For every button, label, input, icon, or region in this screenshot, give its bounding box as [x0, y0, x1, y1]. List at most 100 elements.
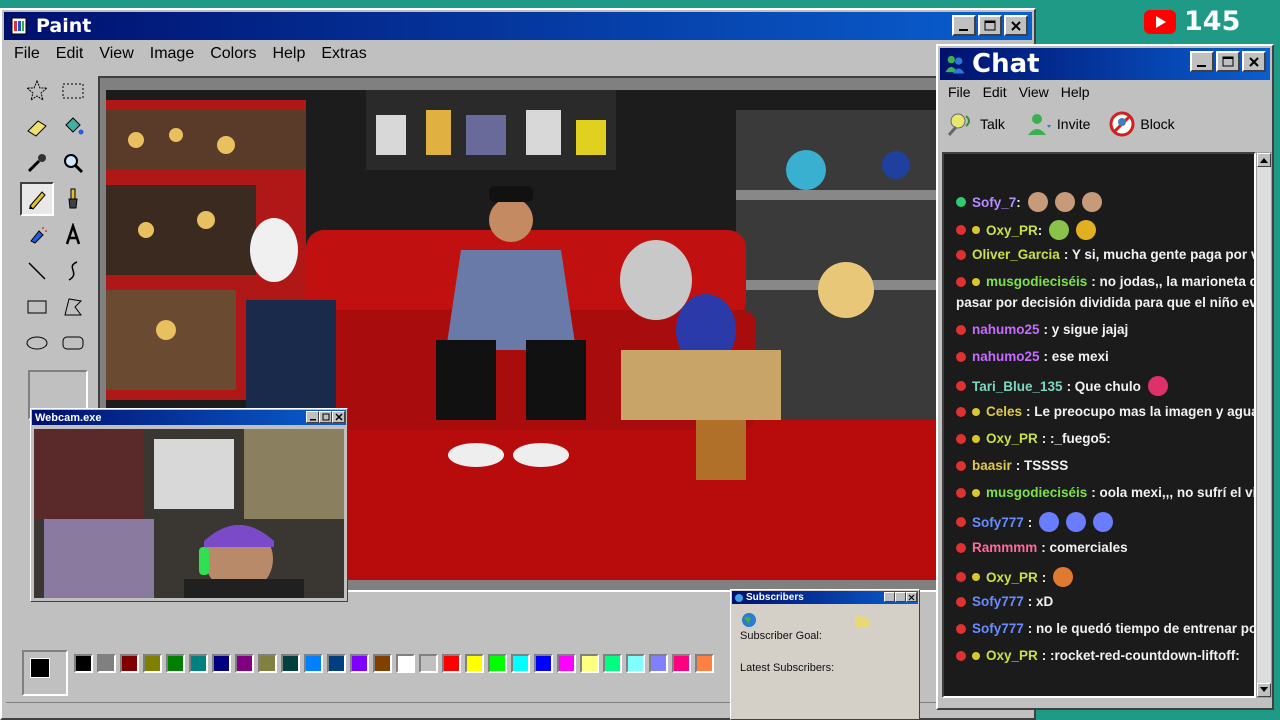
menu-file[interactable]: File — [6, 45, 48, 63]
chat-username[interactable]: nahumo25 — [972, 322, 1040, 337]
palette-swatch[interactable] — [74, 654, 93, 673]
subs-maximize-button[interactable] — [895, 592, 906, 602]
tool-polygon[interactable] — [56, 290, 90, 324]
tool-airbrush[interactable] — [20, 218, 54, 252]
menu-view[interactable]: View — [91, 45, 141, 63]
chat-username[interactable]: Oliver_Garcia — [972, 247, 1060, 262]
tool-free-select[interactable] — [20, 74, 54, 108]
palette-swatch[interactable] — [511, 654, 530, 673]
chat-username[interactable]: Sofy777 — [972, 594, 1024, 609]
chat-message-log[interactable]: Sofy_7 : Oxy_PR : Oliver_Garcia: Y si, muc… — [942, 152, 1256, 698]
chat-text: : Que chulo — [1066, 378, 1141, 394]
palette-swatch[interactable] — [465, 654, 484, 673]
chat-username[interactable]: Sofy_7 — [972, 195, 1016, 210]
palette-swatch[interactable] — [212, 654, 231, 673]
invite-button[interactable]: Invite — [1023, 111, 1090, 137]
palette-swatch[interactable] — [258, 654, 277, 673]
chat-menu-file[interactable]: File — [942, 84, 977, 100]
chat-titlebar[interactable]: Chat — [940, 48, 1270, 80]
close-button[interactable] — [1004, 15, 1028, 36]
palette-swatch[interactable] — [373, 654, 392, 673]
tool-brush[interactable] — [56, 182, 90, 216]
tool-rounded-rectangle[interactable] — [56, 326, 90, 360]
chat-close-button[interactable] — [1242, 51, 1266, 72]
palette-swatch[interactable] — [304, 654, 323, 673]
tool-pencil[interactable] — [20, 182, 54, 216]
chat-username[interactable]: musgodieciséis — [986, 485, 1087, 500]
palette-swatch[interactable] — [327, 654, 346, 673]
tool-curve[interactable] — [56, 254, 90, 288]
palette-swatch[interactable] — [235, 654, 254, 673]
chat-scrollbar[interactable] — [1256, 152, 1272, 698]
palette-swatch[interactable] — [350, 654, 369, 673]
foreground-color[interactable] — [30, 658, 50, 678]
webcam-close-button[interactable] — [332, 411, 345, 423]
palette-swatch[interactable] — [695, 654, 714, 673]
tool-line[interactable] — [20, 254, 54, 288]
chat-username[interactable]: nahumo25 — [972, 349, 1040, 364]
chat-username[interactable]: Tari_Blue_135 — [972, 379, 1063, 394]
palette-swatch[interactable] — [649, 654, 668, 673]
subscribers-titlebar[interactable]: Subscribers — [732, 591, 918, 604]
tool-rect-select[interactable] — [56, 74, 90, 108]
chat-minimize-button[interactable] — [1190, 51, 1214, 72]
maximize-button[interactable] — [978, 15, 1002, 36]
menu-colors[interactable]: Colors — [202, 45, 264, 63]
moderator-badge-icon — [972, 226, 980, 234]
tool-color-picker[interactable] — [20, 146, 54, 180]
palette-swatch[interactable] — [557, 654, 576, 673]
tool-rectangle[interactable] — [20, 290, 54, 324]
chat-username[interactable]: Sofy777 — [972, 515, 1024, 530]
chat-menu-edit[interactable]: Edit — [977, 84, 1013, 100]
palette-swatch[interactable] — [603, 654, 622, 673]
palette-swatch[interactable] — [442, 654, 461, 673]
chat-username[interactable]: Sofy777 — [972, 621, 1024, 636]
palette-swatch[interactable] — [488, 654, 507, 673]
palette-swatch[interactable] — [626, 654, 645, 673]
tool-ellipse[interactable] — [20, 326, 54, 360]
chat-username[interactable]: Oxy_PR — [986, 431, 1038, 446]
palette-swatch[interactable] — [534, 654, 553, 673]
webcam-titlebar[interactable]: Webcam.exe — [32, 410, 346, 425]
chat-username[interactable]: Celes — [986, 404, 1022, 419]
palette-swatch[interactable] — [120, 654, 139, 673]
webcam-minimize-button[interactable] — [306, 411, 319, 423]
palette-swatch[interactable] — [166, 654, 185, 673]
chat-username[interactable]: musgodieciséis — [986, 274, 1087, 289]
chat-maximize-button[interactable] — [1216, 51, 1240, 72]
paint-titlebar[interactable]: Paint — [4, 12, 1032, 40]
chat-username[interactable]: Oxy_PR — [986, 570, 1038, 585]
block-button[interactable]: Block — [1108, 110, 1175, 138]
palette-swatch[interactable] — [189, 654, 208, 673]
menu-edit[interactable]: Edit — [48, 45, 92, 63]
palette-swatch[interactable] — [97, 654, 116, 673]
palette-swatch[interactable] — [143, 654, 162, 673]
tool-fill[interactable] — [56, 110, 90, 144]
chat-username[interactable]: baasir — [972, 458, 1012, 473]
chat-menu-view[interactable]: View — [1013, 84, 1055, 100]
talk-button[interactable]: Talk — [946, 111, 1005, 137]
tool-text[interactable] — [56, 218, 90, 252]
palette-swatch[interactable] — [672, 654, 691, 673]
chat-separator: : — [1016, 194, 1021, 210]
chat-username[interactable]: Oxy_PR — [986, 223, 1038, 238]
subs-minimize-button[interactable] — [884, 592, 895, 602]
chat-username[interactable]: Oxy_PR — [986, 648, 1038, 663]
tool-magnifier[interactable] — [56, 146, 90, 180]
webcam-maximize-button[interactable] — [319, 411, 332, 423]
palette-swatch[interactable] — [419, 654, 438, 673]
menu-help[interactable]: Help — [264, 45, 313, 63]
minimize-button[interactable] — [952, 15, 976, 36]
scroll-down-arrow[interactable] — [1257, 683, 1271, 697]
menu-extras[interactable]: Extras — [313, 45, 374, 63]
chat-username[interactable]: Rammmm — [972, 540, 1037, 555]
palette-swatch[interactable] — [281, 654, 300, 673]
subs-close-button[interactable] — [906, 592, 917, 602]
scroll-up-arrow[interactable] — [1257, 153, 1271, 167]
palette-swatch[interactable] — [580, 654, 599, 673]
current-colors[interactable] — [22, 650, 68, 696]
tool-eraser[interactable] — [20, 110, 54, 144]
menu-image[interactable]: Image — [142, 45, 202, 63]
chat-menu-help[interactable]: Help — [1055, 84, 1096, 100]
palette-swatch[interactable] — [396, 654, 415, 673]
